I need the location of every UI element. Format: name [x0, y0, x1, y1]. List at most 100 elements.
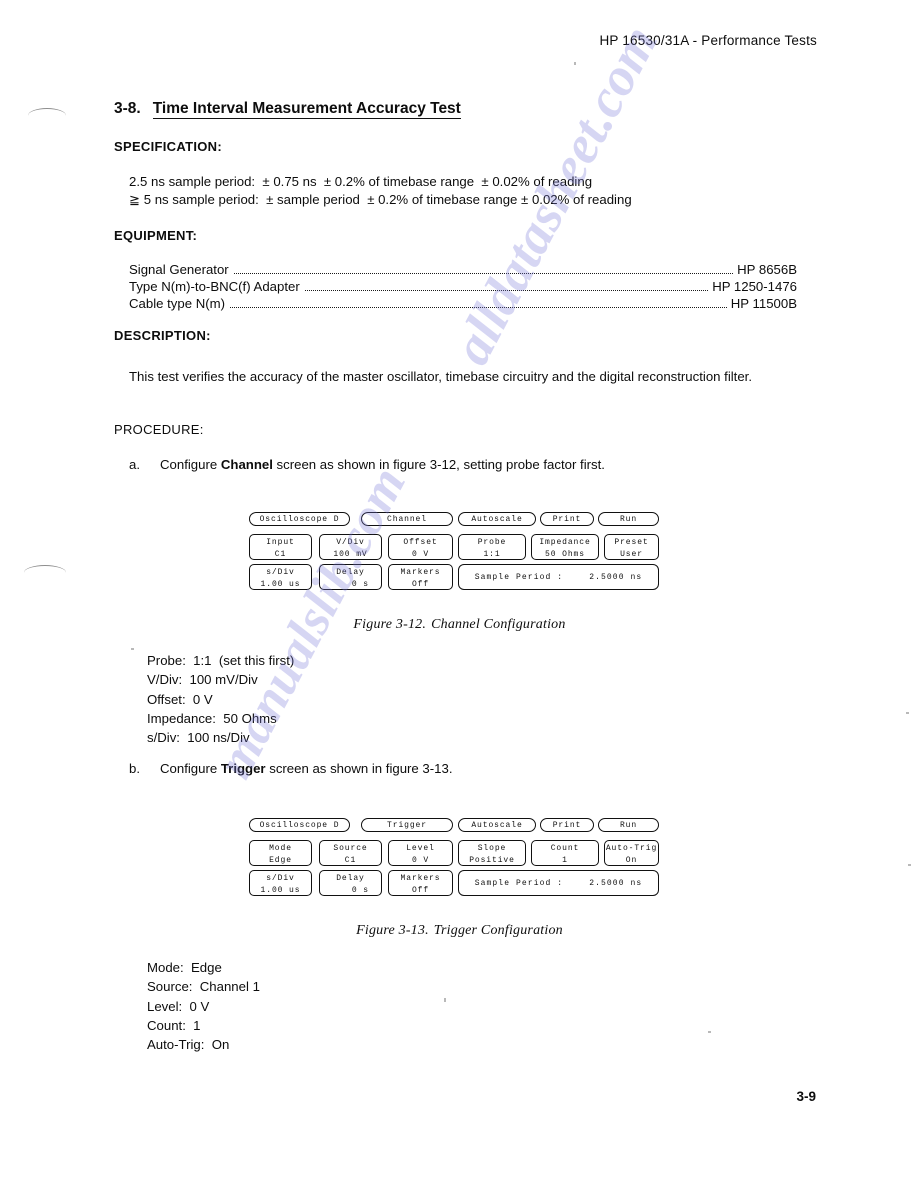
screen-field-auto-trig[interactable]: Auto-Trig On — [604, 840, 659, 866]
screen-field-markers[interactable]: Markers Off — [388, 870, 453, 896]
caption-text: Channel Configuration — [431, 617, 566, 632]
screen-field-slope[interactable]: Slope Positive — [458, 840, 526, 866]
settings-line: Source: Channel 1 — [147, 979, 260, 995]
description-text: This test verifies the accuracy of the m… — [129, 369, 753, 384]
specification-line-1: 2.5 ns sample period: ± 0.75 ns ± 0.2% o… — [129, 174, 593, 189]
screen-field-count[interactable]: Count 1 — [531, 840, 599, 866]
specification-label: SPECIFICATION: — [114, 139, 222, 154]
equipment-label: EQUIPMENT: — [114, 228, 198, 243]
field-value: 0 V — [411, 855, 430, 865]
screen-button-autoscale[interactable]: Autoscale — [458, 512, 536, 526]
field-value: 1.00 us — [260, 579, 301, 589]
field-label: Delay — [336, 567, 365, 577]
screen-field-sample-period[interactable]: Sample Period : 2.5000 ns — [458, 564, 659, 590]
equipment-row: Type N(m)-to-BNC(f) Adapter HP 1250-1476 — [129, 279, 797, 294]
settings-line: Offset: 0 V — [147, 691, 213, 707]
settings-line: Auto-Trig: On — [147, 1037, 230, 1053]
field-label: s/Div — [266, 873, 295, 883]
screen-field-markers[interactable]: Markers Off — [388, 564, 453, 590]
scan-artifact-arc-top — [28, 108, 66, 123]
settings-line: Impedance: 50 Ohms — [147, 710, 277, 726]
field-value: 1:1 — [483, 549, 501, 559]
settings-line: V/Div: 100 mV/Div — [147, 672, 258, 688]
equipment-value: HP 11500B — [730, 296, 797, 311]
section-number: 3-8. — [114, 100, 141, 117]
page-number: 3-9 — [796, 1089, 816, 1104]
step-text-bold: Trigger — [220, 761, 266, 776]
page-title: Time Interval Measurement Accuracy Test — [152, 100, 461, 119]
field-label: Auto-Trig — [605, 843, 658, 853]
field-label: Mode — [269, 843, 292, 853]
scan-speck-3 — [906, 712, 909, 714]
field-label: Offset — [403, 537, 438, 547]
screen-button-run[interactable]: Run — [598, 818, 659, 832]
procedure-label: PROCEDURE: — [114, 422, 204, 437]
figure-caption-3-12: Figure 3-12. Channel Configuration — [0, 617, 919, 633]
field-value: C1 — [274, 549, 287, 559]
screen-button-channel[interactable]: Channel — [361, 512, 453, 526]
equipment-name: Signal Generator — [129, 262, 229, 277]
leader-dots — [233, 273, 734, 274]
field-label: Slope — [477, 843, 507, 853]
screen-button-oscilloscope-d[interactable]: Oscilloscope D — [249, 818, 350, 832]
step-text-after: screen as shown in figure 3-12, setting … — [272, 457, 605, 472]
field-value: C1 — [344, 855, 357, 865]
screen-field-mode[interactable]: Mode Edge — [249, 840, 312, 866]
screen-field-sample-period[interactable]: Sample Period : 2.5000 ns — [458, 870, 659, 896]
screen-field-impedance[interactable]: Impedance 50 Ohms — [531, 534, 599, 560]
screen-field-probe[interactable]: Probe 1:1 — [458, 534, 526, 560]
field-value: Off — [411, 579, 430, 589]
step-text: Configure Trigger screen as shown in fig… — [160, 761, 453, 776]
screen-field-input[interactable]: Input C1 — [249, 534, 312, 560]
screen-field-preset[interactable]: Preset User — [604, 534, 659, 560]
field-label: Count — [550, 843, 580, 853]
equipment-row: Cable type N(m) HP 11500B — [129, 296, 797, 311]
field-label: Source — [333, 843, 368, 853]
screen-button-run[interactable]: Run — [598, 512, 659, 526]
screen-field-sdiv[interactable]: s/Div 1.00 us — [249, 564, 312, 590]
screen-button-oscilloscope-d[interactable]: Oscilloscope D — [249, 512, 350, 526]
scan-speck-6 — [908, 864, 911, 866]
figure-trigger-screen: Oscilloscope D Trigger Autoscale Print R… — [249, 818, 659, 900]
step-text-bold: Channel — [220, 457, 273, 472]
step-text: Configure Channel screen as shown in fig… — [160, 457, 605, 472]
field-label: Markers — [400, 567, 441, 577]
caption-number: Figure 3-12. — [353, 617, 427, 632]
step-text-before: Configure — [160, 457, 221, 472]
equipment-name: Type N(m)-to-BNC(f) Adapter — [129, 279, 300, 294]
screen-button-print[interactable]: Print — [540, 512, 594, 526]
screen-button-trigger[interactable]: Trigger — [361, 818, 453, 832]
screen-field-offset[interactable]: Offset 0 V — [388, 534, 453, 560]
settings-line: Probe: 1:1 (set this first) — [147, 653, 295, 668]
settings-line: Count: 1 — [147, 1017, 201, 1033]
field-value: 50 Ohms — [545, 549, 585, 559]
screen-field-vdiv[interactable]: V/Div 100 mV — [319, 534, 382, 560]
screen-field-level[interactable]: Level 0 V — [388, 840, 453, 866]
equipment-value: HP 8656B — [737, 262, 797, 277]
field-label: V/Div — [336, 537, 365, 547]
caption-text: Trigger Configuration — [433, 923, 563, 938]
screen-button-print[interactable]: Print — [540, 818, 594, 832]
specification-line-2: ≧ 5 ns sample period: ± sample period ± … — [129, 192, 632, 207]
field-value: 0 s — [351, 885, 369, 895]
field-value: 0 s — [351, 579, 369, 589]
trigger-settings-list: Mode: Edge Source: Channel 1 Level: 0 V … — [147, 958, 260, 1054]
field-value: 0 V — [411, 549, 430, 559]
field-label: Probe — [477, 537, 507, 547]
field-label: Markers — [400, 873, 441, 883]
screen-field-delay[interactable]: Delay 0 s — [319, 870, 382, 896]
screen-field-sdiv[interactable]: s/Div 1.00 us — [249, 870, 312, 896]
field-label: Impedance — [539, 537, 591, 547]
field-label: Delay — [336, 873, 365, 883]
document-page: alldatasheet.com manualslib.com HP 16530… — [0, 0, 919, 1188]
screen-field-delay[interactable]: Delay 0 s — [319, 564, 382, 590]
field-label: s/Div — [266, 567, 295, 577]
screen-button-autoscale[interactable]: Autoscale — [458, 818, 536, 832]
running-head: HP 16530/31A - Performance Tests — [599, 33, 817, 48]
field-value: 100 mV — [333, 549, 368, 559]
step-letter: b. — [129, 761, 140, 776]
screen-field-source[interactable]: Source C1 — [319, 840, 382, 866]
scan-artifact-arc-mid — [24, 565, 66, 580]
field-label: Input — [266, 537, 295, 547]
field-value: Positive — [469, 855, 515, 865]
